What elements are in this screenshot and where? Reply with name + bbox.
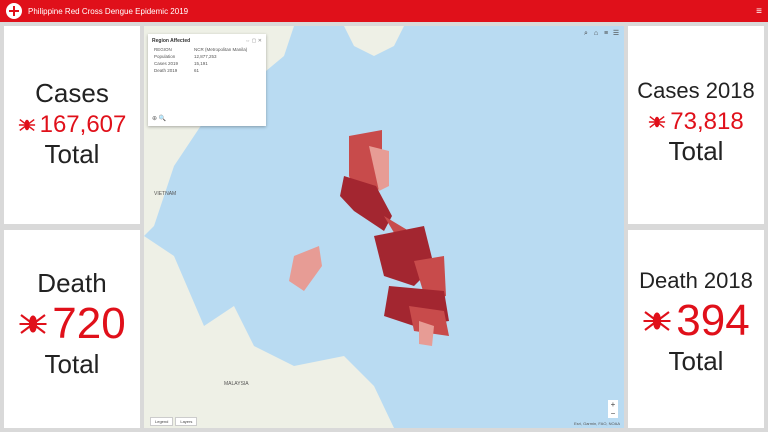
label-malaysia: MALAYSIA [224, 381, 249, 387]
popup-footer-tools[interactable]: ⊕ 🔍 [152, 115, 166, 122]
map-toolbar: ⌕ ⌂ ≡ ☰ [582, 30, 620, 38]
death-label: Death [37, 268, 107, 298]
cases-2018-total-label: Total [668, 136, 724, 166]
cases-label: Cases [35, 78, 109, 108]
search-icon[interactable]: ⌕ [582, 30, 590, 38]
zoom-control: + − [608, 400, 618, 418]
cases-2018-label: Cases 2018 [637, 78, 755, 103]
zoom-out-button[interactable]: − [608, 409, 618, 418]
popup-row: Death 2019 61 [154, 68, 200, 73]
death-2018-value: 394 [676, 296, 750, 345]
layers-icon[interactable]: ≡ [602, 30, 610, 38]
death-card: Death 720 Total [4, 230, 140, 428]
map-attribution: Esri, Garmin, FAO, NOAA [573, 421, 620, 426]
death-value-row: 720 [4, 299, 140, 349]
home-icon[interactable]: ⌂ [592, 30, 600, 38]
red-cross-logo-icon [6, 3, 22, 19]
hamburger-menu-icon[interactable]: ≡ [756, 6, 762, 17]
cases-total-label: Total [44, 139, 100, 169]
legend-icon[interactable]: ☰ [612, 30, 620, 38]
map-tabs: Legend Layers [150, 417, 198, 426]
death-2018-total-label: Total [668, 346, 724, 376]
mosquito-icon [19, 314, 47, 334]
region-popup: Region Affected ⇔ ▢ ✕ REGION NCR (Metropo… [148, 34, 266, 126]
app-title: Philippine Red Cross Dengue Epidemic 201… [28, 6, 189, 16]
death-2018-card: Death 2018 394 Total [628, 230, 764, 428]
tab-layers[interactable]: Layers [175, 417, 198, 426]
popup-tools[interactable]: ⇔ ▢ ✕ [245, 38, 262, 44]
cases-2018-value: 73,818 [670, 108, 744, 135]
death-2018-label: Death 2018 [639, 268, 753, 293]
tab-legend[interactable]: Legend [150, 417, 174, 426]
cases-value-row: 167,607 [4, 111, 140, 139]
mosquito-icon [18, 119, 35, 131]
popup-row: Population 12,877,253 [154, 54, 217, 59]
dengue-map[interactable]: Region Affected ⇔ ▢ ✕ REGION NCR (Metropo… [144, 26, 624, 428]
mosquito-icon [643, 311, 671, 331]
cases-2018-value-row: 73,818 [628, 108, 764, 136]
death-2018-value-row: 394 [628, 296, 764, 346]
popup-row: Cases 2019 15,191 [154, 61, 208, 66]
cases-2018-card: Cases 2018 73,818 Total [628, 26, 764, 224]
cases-card: Cases 167,607 Total [4, 26, 140, 224]
zoom-in-button[interactable]: + [608, 400, 618, 409]
label-vietnam: VIETNAM [154, 191, 177, 197]
mosquito-icon [649, 116, 666, 128]
popup-row: REGION NCR (Metropolitan Manila) [154, 47, 248, 52]
death-total-label: Total [44, 349, 100, 379]
death-value: 720 [52, 299, 126, 348]
cases-value: 167,607 [39, 111, 127, 138]
app-header: Philippine Red Cross Dengue Epidemic 201… [0, 0, 768, 22]
